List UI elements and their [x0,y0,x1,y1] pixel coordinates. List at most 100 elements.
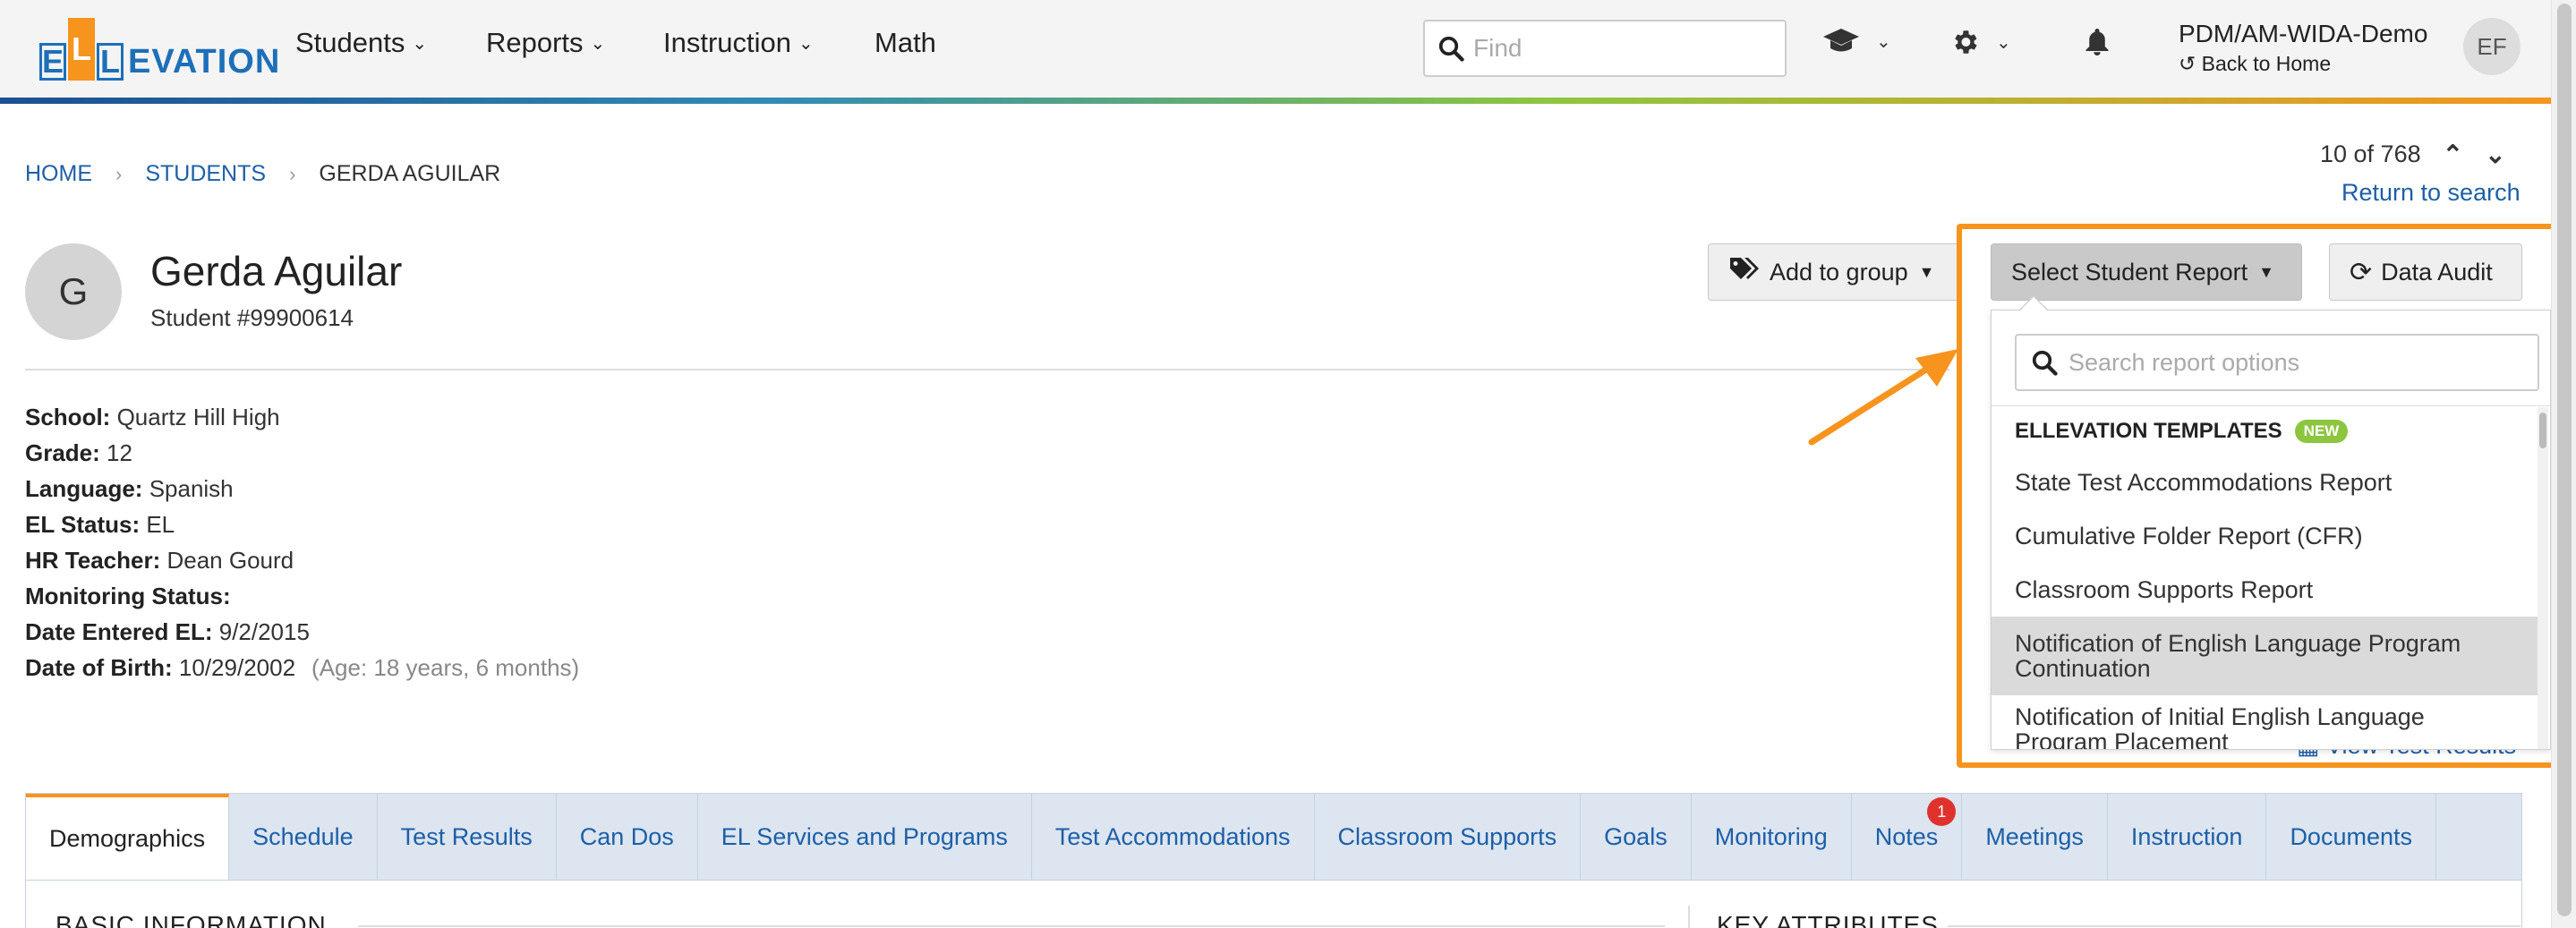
annotation-highlight-box [1957,224,2556,768]
chevron-right-icon: › [115,162,123,185]
nav-menu-reports[interactable]: Reports ⌄ [486,27,605,59]
global-search[interactable] [1423,20,1787,77]
school-selector[interactable]: ⌄ [1822,27,1891,55]
tab-label: Test Results [400,822,533,850]
section-divider [358,925,1665,927]
logo-letter-l2: L [97,43,124,81]
record-pager: 10 of 768 ⌃ ⌄ [2320,140,2506,169]
chevron-down-icon: ⌄ [1996,32,2011,53]
section-title-key-attributes: KEY ATTRIBUTES [1717,911,1939,928]
info-value: EL [146,511,175,538]
chevron-down-icon: ⌄ [798,33,814,54]
tab-label: Demographics [49,824,206,852]
info-value: Spanish [149,475,234,502]
back-home-label: Back to Home [2201,52,2332,75]
search-input[interactable] [1473,34,1778,63]
tags-icon [1728,256,1761,288]
info-row-date-of-birth: Date of Birth: 10/29/2002 (Age: 18 years,… [25,650,579,685]
notifications-button[interactable] [2084,27,2111,57]
breadcrumb: HOME › STUDENTS › GERDA AGUILAR [25,161,500,187]
chevron-down-icon: ⌄ [1876,31,1891,52]
info-value: Quartz Hill High [116,404,280,430]
info-row-hr-teacher: HR Teacher: Dean Gourd [25,542,579,578]
tab-label: Goals [1604,822,1668,850]
divider [25,369,1949,370]
tab-goals[interactable]: Goals [1581,794,1692,880]
notes-count-badge: 1 [1927,797,1957,826]
chevron-down-icon: ⌄ [590,33,606,54]
gear-icon [1955,30,1977,54]
tab-panel [25,880,2522,928]
tab-meetings[interactable]: Meetings [1962,794,2108,880]
tab-test-results[interactable]: Test Results [378,794,557,880]
tab-label: Notes [1874,822,1939,850]
info-value: 12 [107,439,132,466]
student-info: School: Quartz Hill High Grade: 12 Langu… [25,399,579,685]
nav-menu-math[interactable]: Math [874,27,936,59]
chevron-right-icon: › [289,162,296,185]
tab-can-dos[interactable]: Can Dos [557,794,698,880]
annotation-arrow-icon [1808,349,1958,446]
info-label: Grade: [25,439,100,466]
section-title-basic-information: BASIC INFORMATION [55,911,327,928]
tab-el-services-and-programs[interactable]: EL Services and Programs [698,794,1032,880]
chevron-down-icon: ⌄ [412,33,428,54]
breadcrumb-students[interactable]: STUDENTS [145,161,266,187]
student-id: Student #99900614 [150,304,354,331]
tab-documents[interactable]: Documents [2266,794,2436,880]
tab-instruction[interactable]: Instruction [2108,794,2267,880]
nav-menu-students[interactable]: Students ⌄ [295,27,427,59]
student-avatar: G [25,243,122,340]
ellevation-logo[interactable]: E L L EVATION [39,14,280,81]
back-to-home-link[interactable]: ↺ Back to Home [2179,52,2331,76]
tab-monitoring[interactable]: Monitoring [1692,794,1852,880]
graduation-cap-icon [1823,29,1859,52]
info-row-el-status: EL Status: EL [25,507,579,542]
search-icon [1438,36,1464,62]
breadcrumb-home[interactable]: HOME [25,161,92,187]
return-to-search-link[interactable]: Return to search [2341,179,2521,207]
chevron-down-icon[interactable]: ⌄ [2485,140,2505,169]
student-tabs: Demographics Schedule Test Results Can D… [25,793,2522,881]
user-avatar[interactable]: EF [2463,18,2521,75]
info-row-monitoring-status: Monitoring Status: [25,578,579,614]
breadcrumb-current: GERDA AGUILAR [319,161,501,186]
logo-letter-l1: L [68,18,95,81]
nav-menu-instruction[interactable]: Instruction ⌄ [663,27,814,59]
scrollbar-thumb[interactable] [2557,4,2572,916]
nav-menu-label: Students [295,27,405,58]
tab-classroom-supports[interactable]: Classroom Supports [1315,794,1582,880]
info-row-grade: Grade: 12 [25,435,579,471]
settings-menu[interactable]: ⌄ [1949,27,2011,57]
tab-label: Meetings [1985,822,2084,850]
pager-count: 10 of 768 [2320,140,2421,167]
tab-label: Schedule [252,822,354,850]
nav-menu-label: Instruction [663,27,792,58]
tab-test-accommodations[interactable]: Test Accommodations [1032,794,1315,880]
nav-menu-label: Math [874,27,936,58]
tab-demographics[interactable]: Demographics [26,794,230,880]
tab-notes[interactable]: Notes 1 [1852,794,1963,880]
tab-label: Monitoring [1714,822,1828,850]
tab-schedule[interactable]: Schedule [229,794,378,880]
add-to-group-button[interactable]: Add to group ▼ [1708,243,1960,301]
student-name: Gerda Aguilar [150,248,403,294]
chevron-up-icon[interactable]: ⌃ [2443,140,2463,169]
tab-label: Instruction [2130,822,2243,850]
info-label: School: [25,404,111,430]
page-scrollbar[interactable] [2551,0,2576,928]
tab-label: Classroom Supports [1337,822,1557,850]
undo-icon: ↺ [2179,52,2196,75]
info-row-date-entered-el: Date Entered EL: 9/2/2015 [25,614,579,650]
top-navbar: E L L EVATION Students ⌄ Reports ⌄ Instr… [0,0,2576,100]
logo-letter-e: E [39,43,66,81]
column-divider [1688,906,1690,928]
section-divider [1948,925,2521,927]
info-label: Language: [25,475,143,502]
tab-label: Can Dos [579,822,674,850]
age-text: (Age: 18 years, 6 months) [311,654,580,681]
tab-label: EL Services and Programs [721,822,1008,850]
info-row-language: Language: Spanish [25,471,579,507]
info-label: Date of Birth: [25,654,173,681]
info-value: 9/2/2015 [218,618,310,645]
